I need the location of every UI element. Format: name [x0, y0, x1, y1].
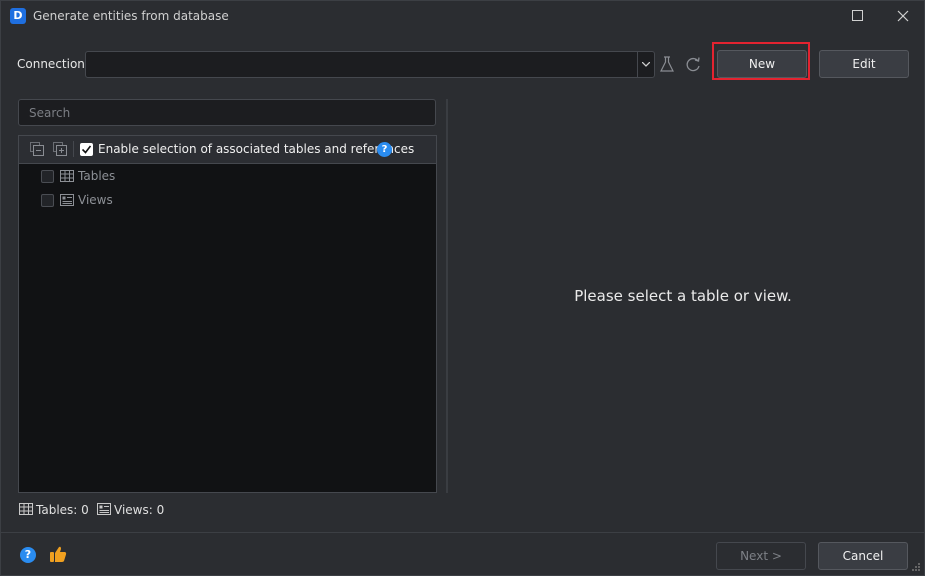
- enable-associated-label[interactable]: Enable selection of associated tables an…: [98, 142, 414, 156]
- expand-all-icon[interactable]: [53, 142, 67, 156]
- connection-dropdown-arrow[interactable]: [637, 52, 654, 77]
- close-button[interactable]: [880, 1, 925, 32]
- close-icon: [897, 10, 909, 22]
- app-logo-icon: D: [10, 8, 26, 24]
- table-icon: [19, 503, 33, 515]
- checkmark-icon: [82, 145, 91, 154]
- resize-grip-icon[interactable]: [911, 562, 921, 572]
- enable-associated-checkbox[interactable]: [80, 143, 93, 156]
- chevron-down-icon: [642, 62, 650, 67]
- dialog-window: D Generate entities from database Connec…: [0, 0, 925, 576]
- tree-item-label: Views: [78, 193, 113, 207]
- help-icon[interactable]: ?: [377, 142, 392, 157]
- edit-connection-button[interactable]: Edit: [819, 50, 909, 78]
- app-logo-letter: D: [13, 9, 23, 22]
- maximize-icon: [852, 10, 863, 21]
- collapse-all-icon[interactable]: [30, 142, 44, 156]
- search-box[interactable]: [18, 99, 436, 126]
- tree-toolbar: Enable selection of associated tables an…: [19, 136, 436, 164]
- tables-checkbox[interactable]: [41, 170, 54, 183]
- next-button[interactable]: Next >: [716, 542, 806, 570]
- view-icon: [60, 194, 74, 206]
- title-bar[interactable]: D Generate entities from database: [1, 1, 924, 32]
- views-count-label: Views: 0: [114, 503, 165, 517]
- views-checkbox[interactable]: [41, 194, 54, 207]
- connection-select[interactable]: [85, 51, 655, 78]
- maximize-button[interactable]: [835, 1, 881, 32]
- search-input[interactable]: [19, 100, 435, 125]
- window-title: Generate entities from database: [33, 9, 229, 23]
- table-icon: [60, 170, 74, 182]
- details-placeholder: Please select a table or view.: [574, 287, 792, 305]
- flask-icon: [660, 56, 674, 72]
- refresh-icon: [686, 57, 700, 72]
- connection-label: Connection:: [17, 57, 89, 71]
- thumbs-up-icon[interactable]: [49, 545, 67, 563]
- tree-item-label: Tables: [78, 169, 116, 183]
- refresh-connection-button[interactable]: [681, 51, 705, 78]
- object-tree[interactable]: Enable selection of associated tables an…: [18, 135, 437, 493]
- toolbar-divider: [73, 141, 74, 157]
- cancel-button[interactable]: Cancel: [818, 542, 908, 570]
- test-connection-button[interactable]: [655, 51, 679, 78]
- view-icon: [97, 503, 111, 515]
- new-button-highlight: [712, 42, 810, 80]
- footer-divider: [1, 532, 924, 533]
- footer-help-icon[interactable]: ?: [20, 547, 36, 563]
- tables-count-label: Tables: 0: [36, 503, 89, 517]
